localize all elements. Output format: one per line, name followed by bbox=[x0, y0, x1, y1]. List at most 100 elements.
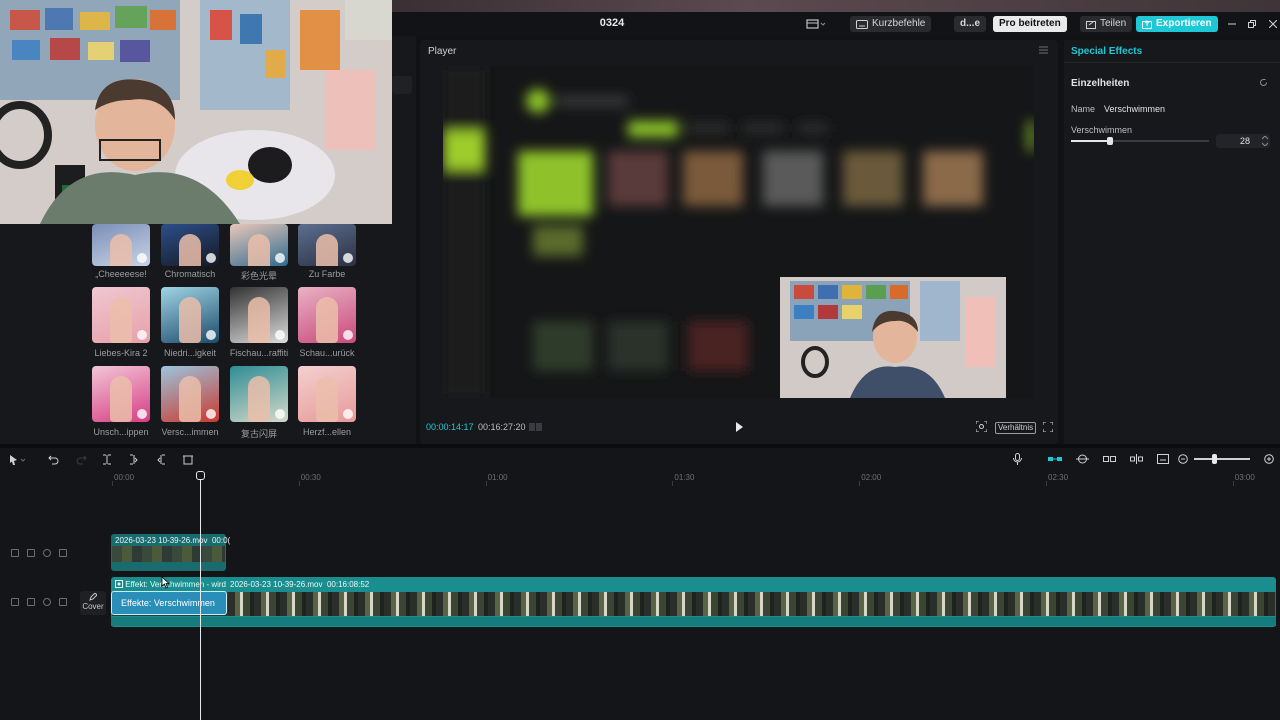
stepper-icon[interactable] bbox=[1262, 136, 1268, 146]
effect-clip[interactable]: Effekte: Verschwimmen bbox=[111, 591, 227, 615]
restore-icon[interactable] bbox=[1248, 20, 1256, 28]
redo-icon[interactable] bbox=[76, 454, 87, 465]
fit-screen-icon[interactable] bbox=[976, 421, 987, 432]
download-icon[interactable] bbox=[137, 330, 147, 340]
effect-thumbnail[interactable] bbox=[230, 224, 288, 266]
effect-thumbnail[interactable] bbox=[298, 287, 356, 343]
visibility-icon[interactable] bbox=[43, 598, 51, 606]
ruler-label: 02:30 bbox=[1048, 473, 1069, 482]
layout-icon[interactable] bbox=[806, 18, 826, 30]
fullscreen-icon[interactable] bbox=[1043, 422, 1053, 432]
ruler-label: 00:30 bbox=[300, 473, 321, 482]
effect-thumbnail[interactable] bbox=[298, 224, 356, 266]
minimize-icon[interactable] bbox=[1228, 22, 1236, 26]
lock-icon[interactable] bbox=[27, 598, 35, 606]
audio-waveform bbox=[111, 617, 1276, 626]
download-icon[interactable] bbox=[206, 330, 216, 340]
link-icon[interactable] bbox=[1103, 455, 1116, 463]
blur-slider-knob[interactable] bbox=[1106, 137, 1113, 145]
share-button[interactable]: Teilen bbox=[1080, 16, 1133, 32]
download-icon[interactable] bbox=[343, 330, 353, 340]
download-icon[interactable] bbox=[137, 253, 147, 263]
reset-icon[interactable] bbox=[1259, 78, 1268, 87]
download-icon[interactable] bbox=[275, 330, 285, 340]
ratio-label: Verhältnis bbox=[998, 423, 1034, 432]
thumbnail-figure bbox=[248, 376, 270, 422]
user-button[interactable]: d...e bbox=[954, 16, 987, 32]
effect-thumbnail[interactable] bbox=[92, 287, 150, 343]
zoom-slider[interactable] bbox=[1194, 458, 1250, 460]
download-icon[interactable] bbox=[343, 409, 353, 419]
special-effects-title: Special Effects bbox=[1071, 46, 1143, 57]
overlay-clip-label: 2026-03-23 10-39-26.mov 00:0( bbox=[115, 536, 231, 545]
export-button[interactable]: Exportieren bbox=[1136, 16, 1218, 32]
effect-thumbnail-label: Liebes-Kira 2 bbox=[94, 348, 148, 358]
audio-icon[interactable] bbox=[59, 549, 67, 557]
project-title: 0324 bbox=[599, 17, 625, 29]
cover-label: Cover bbox=[82, 602, 104, 611]
ratio-button[interactable]: Verhältnis bbox=[995, 422, 1037, 434]
effect-thumbnail-label: Schau...urück bbox=[299, 348, 355, 358]
delete-icon[interactable] bbox=[183, 454, 193, 465]
download-icon[interactable] bbox=[275, 253, 285, 263]
download-icon[interactable] bbox=[343, 253, 353, 263]
zoom-out-icon[interactable] bbox=[1178, 454, 1188, 464]
effect-thumbnail-label: Herzf...ellen bbox=[302, 427, 352, 437]
effect-thumbnail-label: Fischau...raffiti bbox=[229, 348, 289, 358]
effect-thumbnail[interactable] bbox=[92, 366, 150, 422]
select-tool-icon[interactable] bbox=[9, 454, 29, 466]
webcam-overlay bbox=[0, 0, 392, 224]
split-left-icon[interactable] bbox=[129, 454, 139, 465]
download-icon[interactable] bbox=[206, 253, 216, 263]
lock-icon[interactable] bbox=[27, 549, 35, 557]
effect-thumbnail[interactable] bbox=[298, 366, 356, 422]
split-right-icon[interactable] bbox=[156, 454, 166, 465]
effect-thumbnail[interactable] bbox=[92, 224, 150, 266]
total-time: 00:16:27:20 bbox=[478, 422, 526, 432]
download-icon[interactable] bbox=[206, 409, 216, 419]
ruler-tick bbox=[672, 481, 674, 486]
track-toggle-icon[interactable] bbox=[11, 598, 19, 606]
effect-icon bbox=[115, 580, 123, 588]
pro-join-button[interactable]: Pro beitreten bbox=[993, 16, 1067, 32]
close-icon[interactable] bbox=[1269, 20, 1277, 28]
effect-thumbnail[interactable] bbox=[161, 224, 219, 266]
export-icon bbox=[1142, 19, 1152, 29]
caption-icon[interactable] bbox=[1157, 454, 1169, 464]
undo-icon[interactable] bbox=[48, 454, 59, 465]
effect-thumbnail[interactable] bbox=[161, 287, 219, 343]
pencil-icon bbox=[89, 593, 97, 601]
thumbnail-figure bbox=[110, 376, 132, 422]
playhead-handle[interactable] bbox=[196, 471, 205, 480]
overlay-clip-filmstrip bbox=[112, 546, 225, 562]
effect-thumbnail[interactable] bbox=[230, 287, 288, 343]
ruler-label: 02:00 bbox=[861, 473, 882, 482]
cover-button[interactable]: Cover bbox=[80, 591, 106, 615]
zoom-in-icon[interactable] bbox=[1264, 454, 1274, 464]
preview-axis-icon[interactable] bbox=[1130, 454, 1143, 464]
effect-thumbnail[interactable] bbox=[161, 366, 219, 422]
timecode-toggle-icon[interactable] bbox=[529, 422, 543, 432]
play-button[interactable] bbox=[735, 422, 744, 432]
microphone-icon[interactable] bbox=[1013, 453, 1022, 465]
effect-thumbnail[interactable] bbox=[230, 366, 288, 422]
playhead-line[interactable] bbox=[200, 472, 201, 720]
visibility-icon[interactable] bbox=[43, 549, 51, 557]
shortcuts-button[interactable]: Kurzbefehle bbox=[850, 16, 932, 32]
audio-icon[interactable] bbox=[59, 598, 67, 606]
download-icon[interactable] bbox=[275, 409, 285, 419]
download-icon[interactable] bbox=[137, 409, 147, 419]
zoom-slider-knob[interactable] bbox=[1212, 454, 1217, 464]
ruler-label: 01:30 bbox=[674, 473, 695, 482]
split-icon[interactable] bbox=[102, 454, 112, 465]
player-menu-icon[interactable] bbox=[1039, 46, 1048, 54]
track-toggle-icon[interactable] bbox=[11, 549, 19, 557]
thumbnail-figure bbox=[179, 297, 201, 343]
effect-thumbnail-label: Zu Farbe bbox=[308, 269, 346, 279]
magnet-icon[interactable] bbox=[1048, 455, 1062, 463]
ruler-tick bbox=[298, 481, 300, 486]
snap-icon[interactable] bbox=[1076, 453, 1089, 465]
blur-param-label: Verschwimmen bbox=[1071, 125, 1133, 135]
main-clip-label: 2026-03-23 10-39-26.mov 00:16:08:52 bbox=[230, 580, 370, 589]
effect-thumbnail-label: „Cheeeeese! bbox=[95, 269, 147, 279]
